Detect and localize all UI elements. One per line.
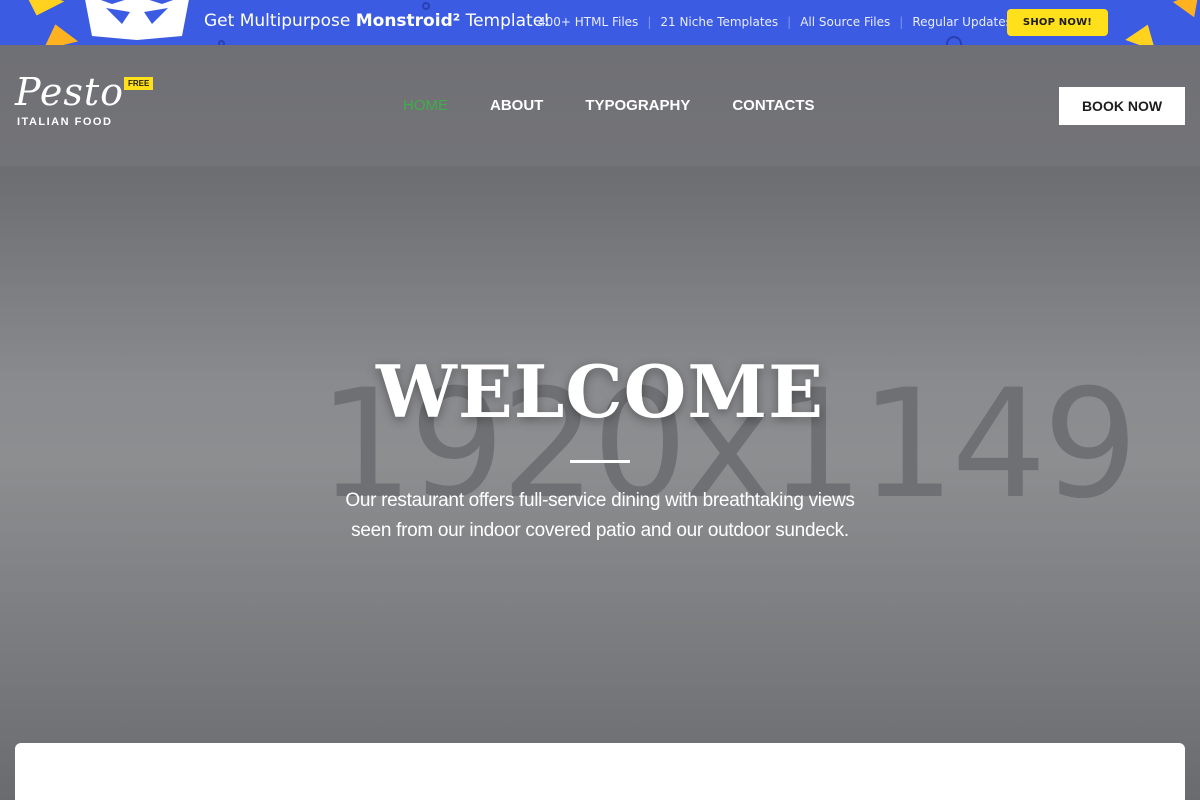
- logo-tagline: ITALIAN FOOD: [17, 116, 113, 128]
- promo-feature: All Source Files: [800, 15, 891, 29]
- free-badge: FREE: [124, 77, 154, 90]
- nav-item-home[interactable]: HOME: [403, 97, 448, 114]
- promo-headline-brand: Monstroid²: [355, 11, 461, 31]
- hero-divider: [570, 460, 630, 463]
- promo-feature: Regular Updates: [912, 15, 1012, 29]
- confetti-triangle-icon: [1125, 19, 1163, 45]
- confetti-triangle-icon: [15, 0, 65, 23]
- confetti-circle-icon: [422, 2, 430, 10]
- site-logo[interactable]: Pesto ITALIAN FOOD FREE: [15, 73, 165, 133]
- promo-features: 400+ HTML Files | 21 Niche Templates | A…: [538, 15, 1012, 29]
- content-card: [15, 743, 1185, 800]
- hero-description-line2: seen from our indoor covered patio and o…: [351, 520, 849, 541]
- logo-wordmark: Pesto: [15, 70, 124, 114]
- nav-item-contacts[interactable]: CONTACTS: [732, 97, 814, 114]
- promo-feature: 21 Niche Templates: [660, 15, 779, 29]
- feature-separator: |: [899, 15, 904, 29]
- confetti-triangle-icon: [37, 19, 79, 45]
- promo-banner[interactable]: Get Multipurpose Monstroid² Template! 40…: [0, 0, 1200, 45]
- main-nav: HOME ABOUT TYPOGRAPHY CONTACTS: [403, 97, 815, 114]
- confetti-triangle-icon: [1172, 0, 1200, 23]
- book-now-button[interactable]: BOOK NOW: [1059, 87, 1185, 125]
- mascot-logo-icon: [85, 0, 189, 40]
- promo-headline-suffix: Template!: [460, 11, 550, 31]
- promo-headline: Get Multipurpose Monstroid² Template!: [204, 11, 550, 31]
- hero-section: 1920x1149 Pesto ITALIAN FOOD FREE HOME A…: [0, 45, 1200, 800]
- hero-title: WELCOME: [376, 349, 824, 434]
- feature-separator: |: [787, 15, 792, 29]
- hero-description: Our restaurant offers full-service dinin…: [300, 486, 900, 546]
- confetti-circle-icon: [946, 36, 962, 45]
- shop-now-button[interactable]: SHOP NOW!: [1007, 9, 1108, 36]
- promo-feature: 400+ HTML Files: [538, 15, 639, 29]
- hero-description-line1: Our restaurant offers full-service dinin…: [345, 490, 855, 511]
- nav-item-about[interactable]: ABOUT: [490, 97, 543, 114]
- feature-separator: |: [647, 15, 652, 29]
- nav-item-typography[interactable]: TYPOGRAPHY: [585, 97, 690, 114]
- promo-headline-prefix: Get Multipurpose: [204, 11, 356, 31]
